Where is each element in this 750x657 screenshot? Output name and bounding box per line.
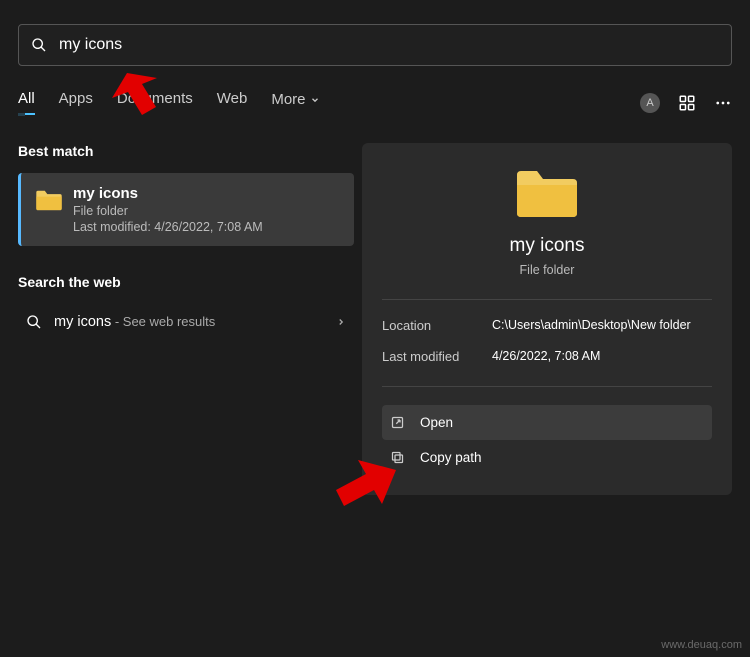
folder-icon xyxy=(382,167,712,219)
chevron-down-icon xyxy=(310,95,320,105)
open-label: Open xyxy=(420,415,453,430)
match-type: File folder xyxy=(73,204,263,218)
web-secondary: - See web results xyxy=(111,314,215,329)
folder-icon xyxy=(35,185,63,211)
search-web-label: Search the web xyxy=(18,274,354,290)
tab-web[interactable]: Web xyxy=(217,90,248,115)
search-icon xyxy=(31,37,47,53)
location-value: C:\Users\admin\Desktop\New folder xyxy=(492,318,691,333)
tab-more-label: More xyxy=(271,91,305,108)
open-action[interactable]: Open xyxy=(382,405,712,440)
best-match-label: Best match xyxy=(18,143,354,159)
chevron-right-icon xyxy=(336,317,346,327)
copy-icon xyxy=(390,450,406,465)
location-label: Location xyxy=(382,318,492,333)
copy-label: Copy path xyxy=(420,450,482,465)
preview-type: File folder xyxy=(382,263,712,277)
watermark: www.deuaq.com xyxy=(661,639,742,651)
tab-more[interactable]: More xyxy=(271,90,319,115)
modified-value: 4/26/2022, 7:08 AM xyxy=(492,349,600,364)
web-result-item[interactable]: my icons - See web results xyxy=(18,304,354,340)
search-input[interactable] xyxy=(59,36,719,54)
tab-documents[interactable]: Documents xyxy=(117,90,193,115)
divider xyxy=(382,386,712,387)
tab-all[interactable]: All xyxy=(18,90,35,115)
divider xyxy=(382,299,712,300)
match-modified: Last modified: 4/26/2022, 7:08 AM xyxy=(73,220,263,234)
match-title: my icons xyxy=(73,185,263,202)
search-bar[interactable] xyxy=(18,24,732,66)
apps-grid-icon[interactable] xyxy=(678,94,696,112)
tab-apps[interactable]: Apps xyxy=(59,90,93,115)
preview-panel: my icons File folder Location C:\Users\a… xyxy=(362,143,732,495)
copy-path-action[interactable]: Copy path xyxy=(382,440,712,475)
preview-title: my icons xyxy=(382,235,712,257)
tabs-row: All Apps Documents Web More A xyxy=(18,90,732,115)
search-icon xyxy=(26,314,42,330)
more-icon[interactable] xyxy=(714,94,732,112)
best-match-item[interactable]: my icons File folder Last modified: 4/26… xyxy=(18,173,354,246)
web-primary: my icons xyxy=(54,314,111,330)
open-icon xyxy=(390,415,406,430)
modified-label: Last modified xyxy=(382,349,492,364)
avatar[interactable]: A xyxy=(640,93,660,113)
